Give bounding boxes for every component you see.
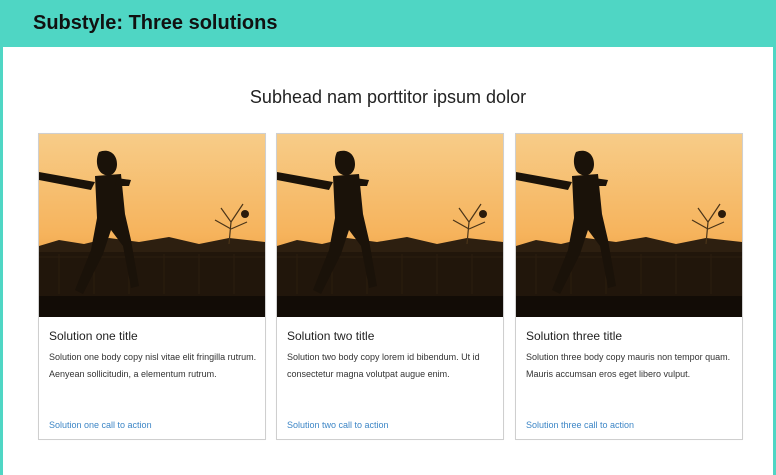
solution-body: Solution three body copy mauris non temp… <box>526 352 731 379</box>
page-frame: Substyle: Three solutions Subhead nam po… <box>0 0 776 475</box>
solution-cta-link[interactable]: Solution three call to action <box>526 419 634 431</box>
solution-image <box>516 134 742 317</box>
solution-card-two: Solution two title Solution two body cop… <box>276 133 504 440</box>
page-header: Substyle: Three solutions <box>0 0 776 47</box>
solution-cta-link[interactable]: Solution one call to action <box>49 419 152 431</box>
solution-image <box>277 134 503 317</box>
solution-body: Solution two body copy lorem id bibendum… <box>287 352 480 379</box>
solution-body: Solution one body copy nisl vitae elit f… <box>49 352 257 379</box>
solution-cta-link[interactable]: Solution two call to action <box>287 419 389 431</box>
solution-title: Solution three title <box>526 329 623 343</box>
solution-image <box>39 134 265 317</box>
solution-card-three: Solution three title Solution three body… <box>515 133 743 440</box>
solution-title: Solution one title <box>49 329 138 343</box>
solution-card-one: Solution one title Solution one body cop… <box>38 133 266 440</box>
section-subhead: Subhead nam porttitor ipsum dolor <box>249 87 527 107</box>
solution-title: Solution two title <box>287 329 375 343</box>
page-title: Substyle: Three solutions <box>33 12 278 34</box>
